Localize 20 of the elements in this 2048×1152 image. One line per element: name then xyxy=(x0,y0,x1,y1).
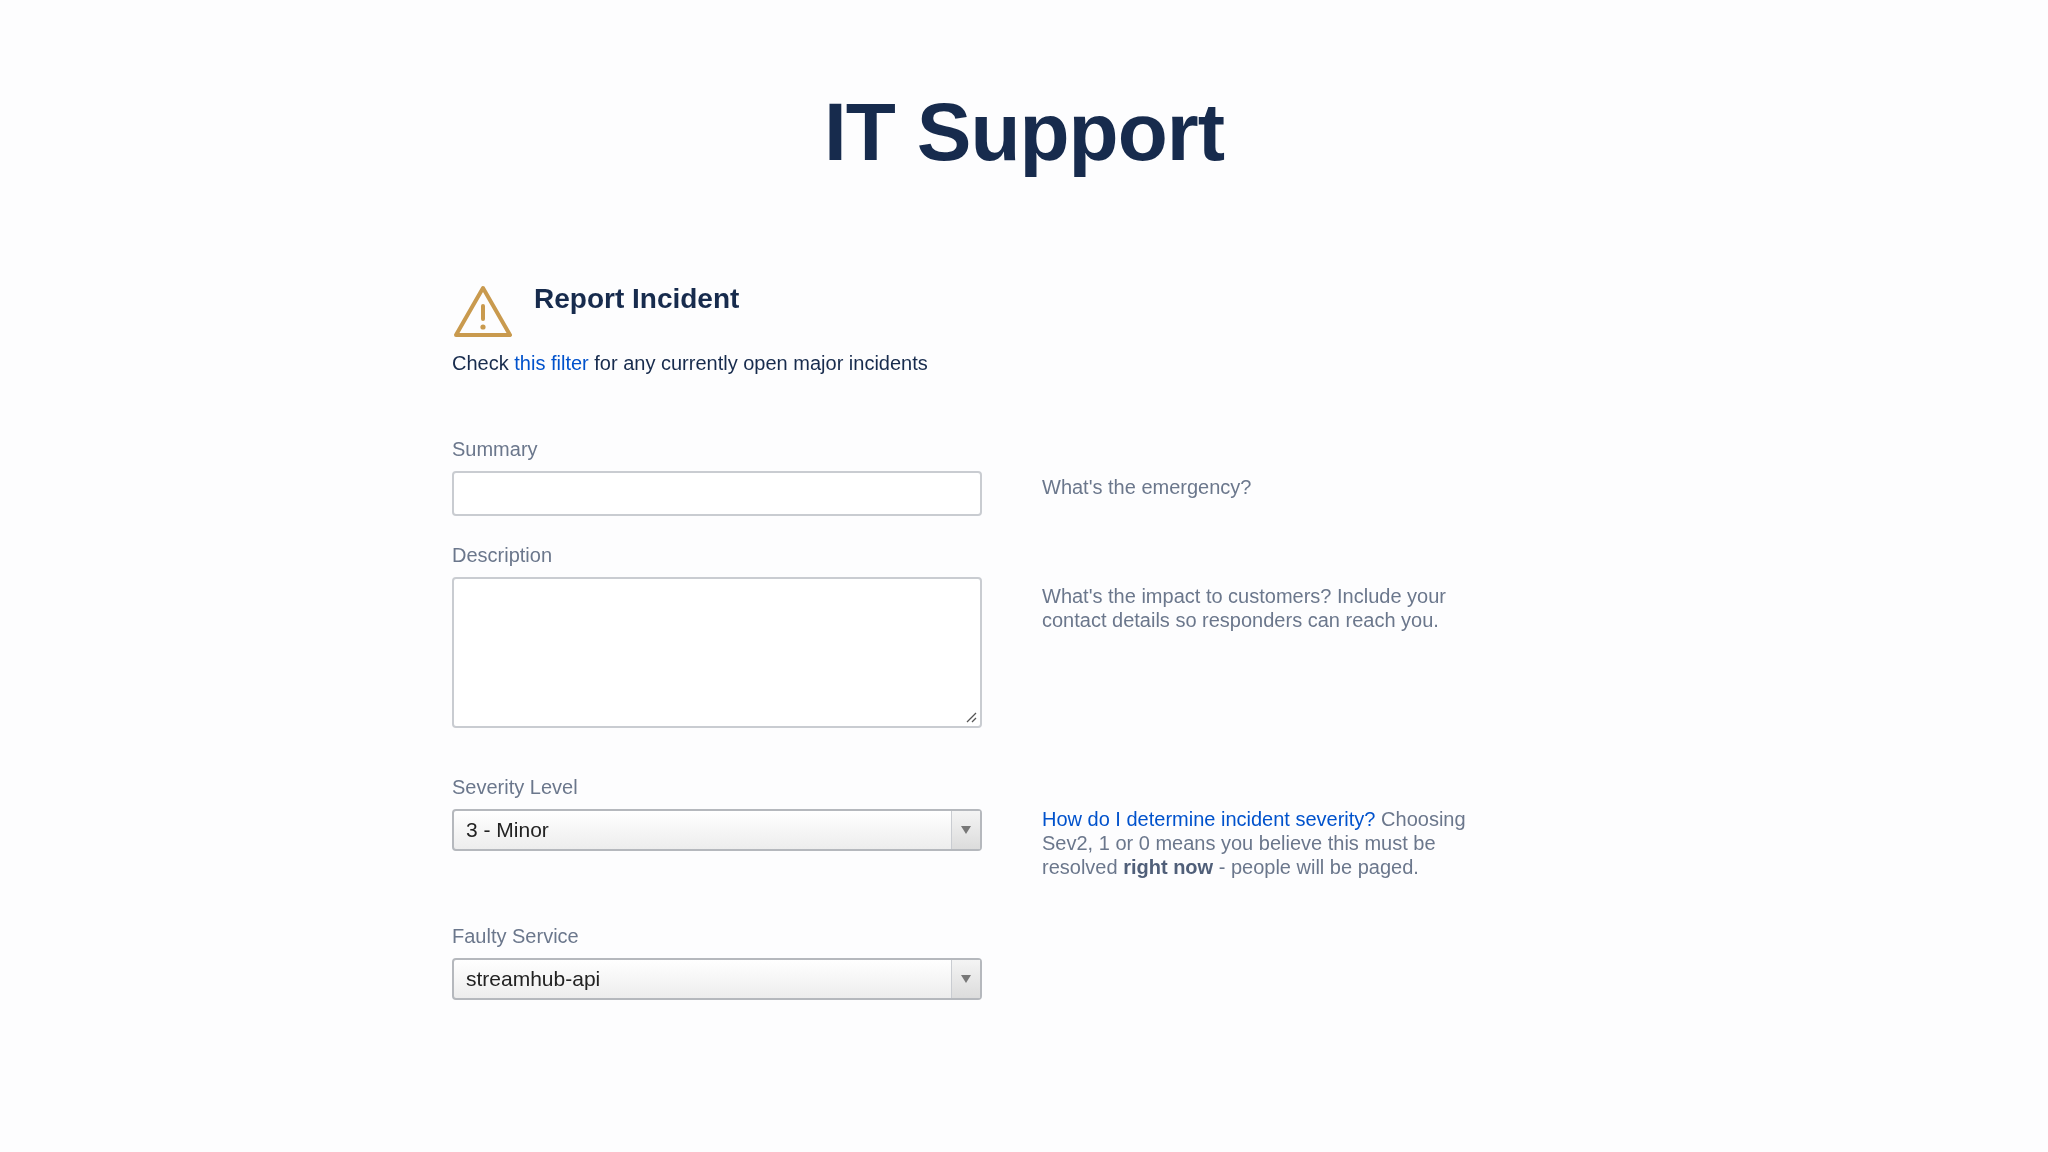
warning-icon xyxy=(452,284,514,340)
help-text: How do I determine incident severity? Choosing Sev2, 1 or 0 means you believe this must be resolved right now - people will be paged. xyxy=(1042,807,1467,879)
dropdown-field[interactable]: 3 - Minor xyxy=(452,809,982,851)
form-title: Report Incident xyxy=(534,283,740,315)
dropdown-field[interactable]: streamhub-api xyxy=(452,958,982,1000)
field-label: Description xyxy=(452,543,554,567)
field-label: Severity Level xyxy=(452,775,579,799)
caret-icon xyxy=(961,975,971,983)
intro-text: Check this filter for any currently open major incidents xyxy=(452,352,929,375)
field-label: Summary xyxy=(452,437,539,461)
help-link[interactable]: How do I determine incident severity? xyxy=(1042,808,1376,830)
filter-link[interactable]: this filter xyxy=(514,352,589,374)
page-title: IT Support xyxy=(823,85,1225,179)
resize-grip-icon[interactable] xyxy=(965,711,977,723)
summary-field[interactable] xyxy=(452,471,982,516)
field-label: Faulty Service xyxy=(452,924,580,948)
help-text: What's the impact to customers? Include your contact details so responders can reach you. xyxy=(1042,584,1447,633)
description-field[interactable] xyxy=(452,577,982,728)
help-text: What's the emergency? xyxy=(1042,475,1253,500)
caret-icon xyxy=(961,826,971,834)
